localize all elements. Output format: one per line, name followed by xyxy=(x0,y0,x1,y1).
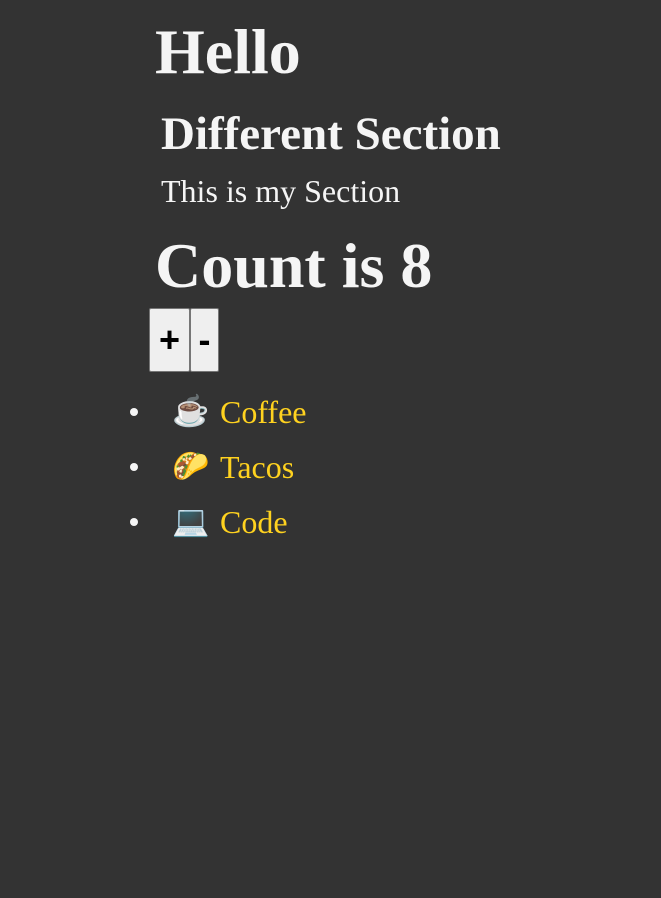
hello-heading: Hello xyxy=(155,16,301,87)
counter-controls: + - xyxy=(149,308,219,372)
section-text: This is my Section xyxy=(161,173,401,209)
laptop-icon: 💻 xyxy=(172,504,210,538)
decrement-button[interactable]: - xyxy=(190,308,219,372)
count-display: Count is 8 xyxy=(155,230,433,301)
page: Hello Different Section This is my Secti… xyxy=(0,0,661,898)
section-title: Different Section xyxy=(161,108,501,160)
bullet-icon xyxy=(130,407,138,416)
list-item: 💻 Code xyxy=(124,494,306,549)
list-item: 🌮 Tacos xyxy=(124,439,306,494)
coffee-icon: ☕ xyxy=(172,394,210,428)
taco-icon: 🌮 xyxy=(172,449,210,483)
favorites-list: ☕ Coffee 🌮 Tacos 💻 Code xyxy=(124,384,306,549)
increment-button[interactable]: + xyxy=(149,308,190,372)
list-item-link-tacos[interactable]: Tacos xyxy=(220,447,294,487)
bullet-icon xyxy=(130,517,138,526)
list-item: ☕ Coffee xyxy=(124,384,306,439)
list-item-link-coffee[interactable]: Coffee xyxy=(220,392,306,432)
bullet-icon xyxy=(130,462,138,471)
list-item-link-code[interactable]: Code xyxy=(220,502,288,542)
